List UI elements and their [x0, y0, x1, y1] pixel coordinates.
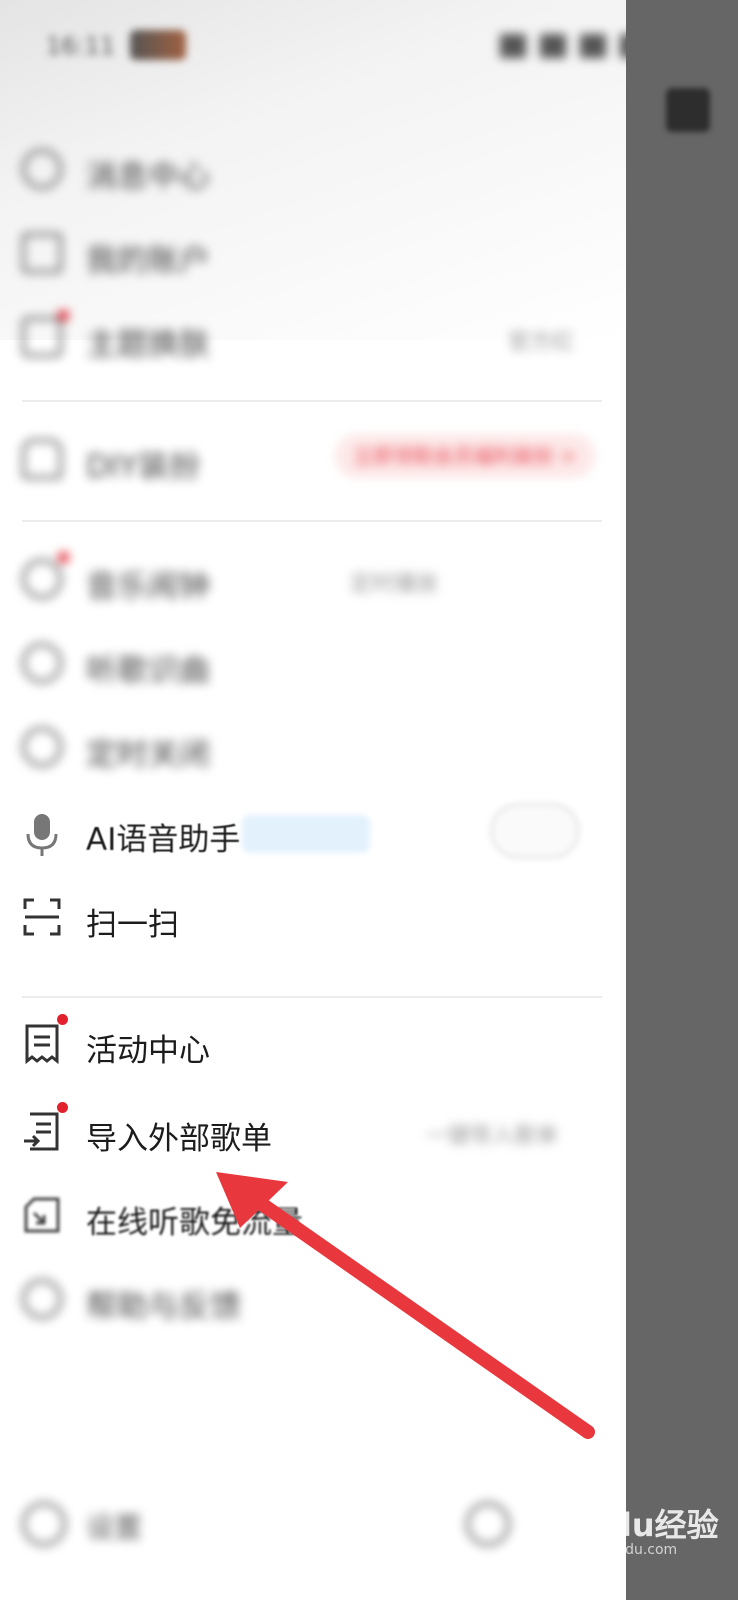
annotation-arrow	[216, 1172, 595, 1439]
baidu-watermark: Baidu经验	[552, 1506, 719, 1544]
baidu-watermark-url: jingyan.baidu.com	[548, 1542, 678, 1558]
